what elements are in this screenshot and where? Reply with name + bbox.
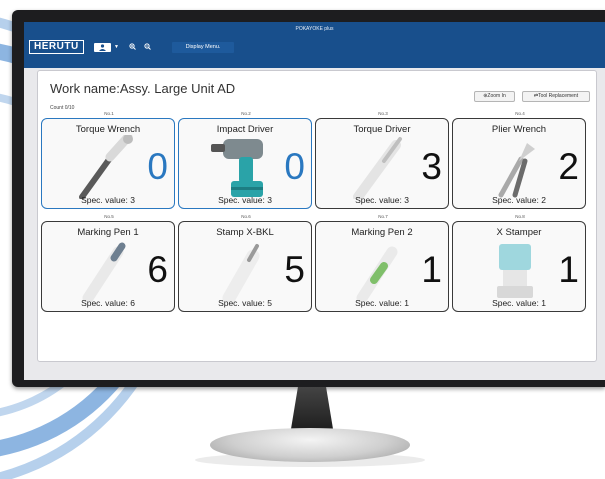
app-header: POKAYOKE plus HERUTU ▼ Display Menu.: [24, 22, 605, 68]
tool-number: No.8: [515, 214, 525, 219]
zoom-in-icon[interactable]: [129, 43, 136, 52]
tool-card-marking-pen-2[interactable]: Marking Pen 2 1 Spec. value: 1: [315, 221, 449, 312]
zoom-out-icon[interactable]: [144, 43, 151, 52]
remaining-count: 3: [421, 146, 442, 187]
monitor-screen: POKAYOKE plus HERUTU ▼ Display Menu. Wor…: [24, 22, 605, 380]
monitor-bezel: POKAYOKE plus HERUTU ▼ Display Menu. Wor…: [12, 10, 605, 387]
tool-name: Impact Driver: [216, 124, 274, 135]
work-panel: Work name:Assy. Large Unit AD Count 0/10…: [37, 70, 597, 362]
tool-cell-6: No.6 Stamp X-BKL 5 Spec. value: 5: [178, 214, 314, 314]
work-name-title: Work name:Assy. Large Unit AD: [50, 81, 236, 96]
tool-number: No.4: [515, 111, 525, 116]
user-icon: [99, 44, 106, 51]
remaining-count: 1: [421, 249, 442, 290]
tool-cell-7: No.7 Marking Pen 2 1 Spec. value: 1: [315, 214, 451, 314]
tool-number: No.6: [241, 214, 251, 219]
zoom-in-button[interactable]: ⊕Zoom In: [474, 91, 515, 102]
tool-number: No.7: [378, 214, 388, 219]
tool-number: No.2: [241, 111, 251, 116]
tool-name: Torque Wrench: [75, 124, 141, 135]
tool-cell-5: No.5 Marking Pen 1 6 Spec. value: 6: [41, 214, 177, 314]
tool-card-torque-wrench[interactable]: Torque Wrench 0 Spec. value: 3: [41, 118, 175, 209]
tool-card-marking-pen-1[interactable]: Marking Pen 1 6 Spec. value: 6: [41, 221, 175, 312]
brand-logo: HERUTU: [29, 40, 84, 54]
tool-name: Torque Driver: [353, 124, 411, 135]
remaining-count: 2: [558, 146, 579, 187]
torque-driver-icon: [353, 137, 402, 199]
marking-pen-icon: [82, 242, 126, 302]
torque-wrench-icon: [79, 135, 133, 199]
remaining-count: 0: [147, 146, 168, 187]
impact-driver-icon: [211, 139, 263, 197]
tool-grid: No.1 Torque Wrench 0 Spec. value: 3 No.2…: [41, 111, 595, 315]
spec-value: Spec. value: 5: [218, 298, 272, 308]
spec-value: Spec. value: 3: [81, 195, 135, 205]
tool-cell-4: No.4 Plier Wrench 2 Spec. value: 2: [452, 111, 588, 211]
remaining-count: 1: [558, 249, 579, 290]
spec-value: Spec. value: 3: [218, 195, 272, 205]
chevron-down-icon[interactable]: ▼: [114, 43, 119, 52]
tool-name: Marking Pen 2: [351, 227, 413, 238]
tool-cell-3: No.3 Torque Driver 3 Spec. value: 3: [315, 111, 451, 211]
remaining-count: 5: [284, 249, 305, 290]
tool-number: No.5: [104, 214, 114, 219]
tool-number: No.1: [104, 111, 114, 116]
tool-name: Plier Wrench: [491, 124, 547, 135]
tool-card-impact-driver[interactable]: Impact Driver 0 Spec. value: 3: [178, 118, 312, 209]
tool-card-stamp-x-bkl[interactable]: Stamp X-BKL 5 Spec. value: 5: [178, 221, 312, 312]
tool-card-x-stamper[interactable]: X Stamper 1 Spec. value: 1: [452, 221, 586, 312]
marking-pen-icon: [356, 246, 398, 302]
tool-cell-2: No.2 Impact Driver 0 Spec. value: 3: [178, 111, 314, 211]
tool-name: Marking Pen 1: [77, 227, 139, 238]
spec-value: Spec. value: 6: [81, 298, 135, 308]
remaining-count: 6: [147, 249, 168, 290]
plier-wrench-icon: [498, 143, 535, 198]
product-showcase: POKAYOKE plus HERUTU ▼ Display Menu. Wor…: [0, 0, 605, 479]
spec-value: Spec. value: 3: [355, 195, 409, 205]
tool-replacement-button[interactable]: ⇄Tool Replacement: [522, 91, 590, 102]
tool-card-torque-driver[interactable]: Torque Driver 3 Spec. value: 3: [315, 118, 449, 209]
tool-name: Stamp X-BKL: [216, 227, 274, 238]
tool-cell-1: No.1 Torque Wrench 0 Spec. value: 3: [41, 111, 177, 211]
tool-card-plier-wrench[interactable]: Plier Wrench 2 Spec. value: 2: [452, 118, 586, 209]
remaining-count: 0: [284, 146, 305, 187]
display-menu-button[interactable]: Display Menu.: [172, 42, 234, 53]
spec-value: Spec. value: 2: [492, 195, 546, 205]
app-title: POKAYOKE plus: [295, 26, 334, 32]
tool-name: X Stamper: [496, 227, 542, 238]
stamp-icon: [222, 244, 260, 302]
monitor-stand-base: [210, 428, 410, 462]
stamper-icon: [497, 244, 533, 298]
user-menu-button[interactable]: [94, 43, 111, 52]
tool-number: No.3: [378, 111, 388, 116]
spec-value: Spec. value: 1: [355, 298, 409, 308]
tool-cell-8: No.8 X Stamper 1 Spec. value: 1: [452, 214, 588, 314]
spec-value: Spec. value: 1: [492, 298, 546, 308]
